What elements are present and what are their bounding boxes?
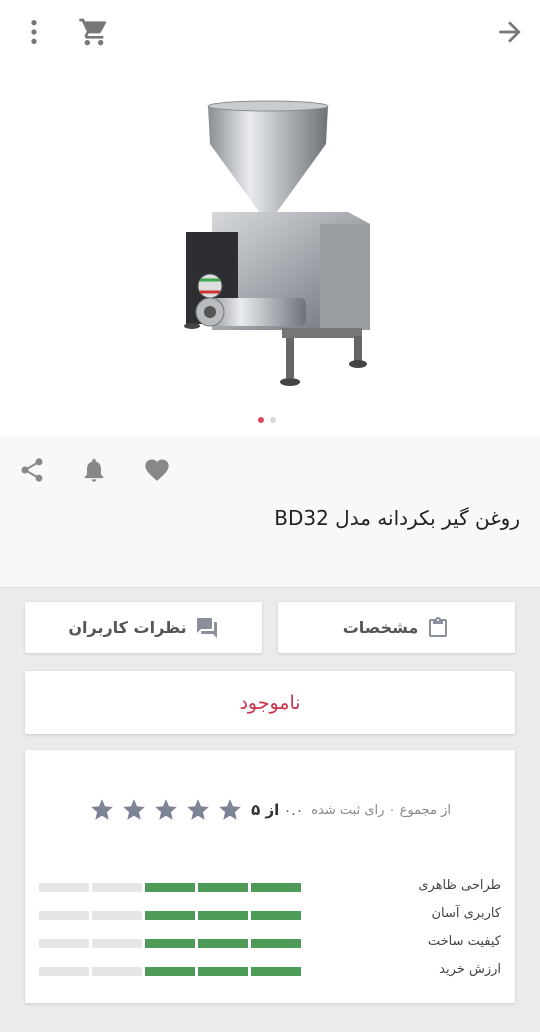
rating-vote-count: از مجموع ۰ رای ثبت شده	[311, 802, 451, 818]
more-vert-icon[interactable]	[18, 16, 50, 48]
rating-criterion-label: کاربری آسان	[431, 906, 501, 921]
rating-criterion-label: طراحی ظاهری	[418, 878, 501, 893]
star-icon	[91, 799, 113, 820]
rating-segment-empty	[39, 883, 89, 892]
rating-criterion-bar	[39, 911, 301, 920]
specs-button-label: مشخصات	[342, 618, 419, 637]
rating-segment-filled	[145, 883, 195, 892]
rating-criterion-row: طراحی ظاهری	[39, 876, 501, 898]
rating-segment-empty	[92, 939, 142, 948]
reviews-button[interactable]: نظرات کاربران	[25, 602, 262, 653]
rating-criterion-row: کیفیت ساخت	[39, 932, 501, 954]
gallery-pagination	[258, 417, 276, 423]
notification-bell-icon[interactable]	[80, 456, 108, 484]
rating-segment-filled	[251, 967, 301, 976]
rating-score-value: ۰.۰	[283, 803, 304, 819]
stock-status: ناموجود	[25, 671, 515, 734]
rating-criterion-row: کاربری آسان	[39, 904, 501, 926]
favorite-heart-icon[interactable]	[143, 456, 171, 484]
rating-segment-filled	[145, 911, 195, 920]
product-info: روغن گیر بکردانه مدل BD32	[0, 436, 540, 588]
product-title: روغن گیر بکردانه مدل BD32	[274, 506, 520, 530]
rating-segment-filled	[198, 911, 248, 920]
reviews-button-label: نظرات کاربران	[68, 618, 187, 637]
top-app-bar	[0, 0, 540, 64]
rating-criterion-label: ارزش خرید	[439, 962, 501, 977]
rating-criterion-bar	[39, 883, 301, 892]
rating-segment-filled	[198, 967, 248, 976]
rating-segment-filled	[145, 967, 195, 976]
clipboard-icon	[429, 616, 448, 637]
rating-segment-filled	[251, 939, 301, 948]
product-gallery[interactable]	[0, 64, 540, 436]
rating-stars	[89, 797, 243, 823]
rating-segment-empty	[39, 967, 89, 976]
pagination-dot-active[interactable]	[258, 417, 264, 423]
ratings-card: از مجموع ۰ رای ثبت شده ۰.۰ از ۵ طراحی ظا…	[25, 750, 515, 1003]
rating-segment-empty	[39, 911, 89, 920]
comments-icon	[196, 617, 217, 638]
product-image[interactable]	[170, 100, 380, 390]
shopping-cart-icon[interactable]	[78, 16, 110, 48]
rating-segment-filled	[251, 883, 301, 892]
star-icon	[123, 799, 145, 820]
rating-criterion-bar	[39, 967, 301, 976]
arrow-forward-icon[interactable]	[494, 16, 526, 48]
rating-criterion-label: کیفیت ساخت	[427, 934, 501, 949]
rating-segment-empty	[92, 883, 142, 892]
share-icon[interactable]	[18, 456, 46, 484]
rating-segment-empty	[92, 967, 142, 976]
rating-criterion-bar	[39, 939, 301, 948]
rating-summary: از مجموع ۰ رای ثبت شده ۰.۰ از ۵	[89, 797, 451, 823]
rating-score-suffix: از ۵	[251, 801, 280, 819]
star-icon	[187, 799, 209, 820]
star-icon	[219, 799, 241, 820]
rating-score: ۰.۰ از ۵	[251, 801, 303, 819]
rating-segment-filled	[198, 883, 248, 892]
rating-segment-filled	[198, 939, 248, 948]
pagination-dot[interactable]	[270, 417, 276, 423]
specs-button[interactable]: مشخصات	[278, 602, 515, 653]
rating-segment-empty	[92, 911, 142, 920]
rating-criterion-row: ارزش خرید	[39, 960, 501, 982]
rating-segment-filled	[145, 939, 195, 948]
rating-segment-empty	[39, 939, 89, 948]
rating-segment-filled	[251, 911, 301, 920]
star-icon	[155, 799, 177, 820]
